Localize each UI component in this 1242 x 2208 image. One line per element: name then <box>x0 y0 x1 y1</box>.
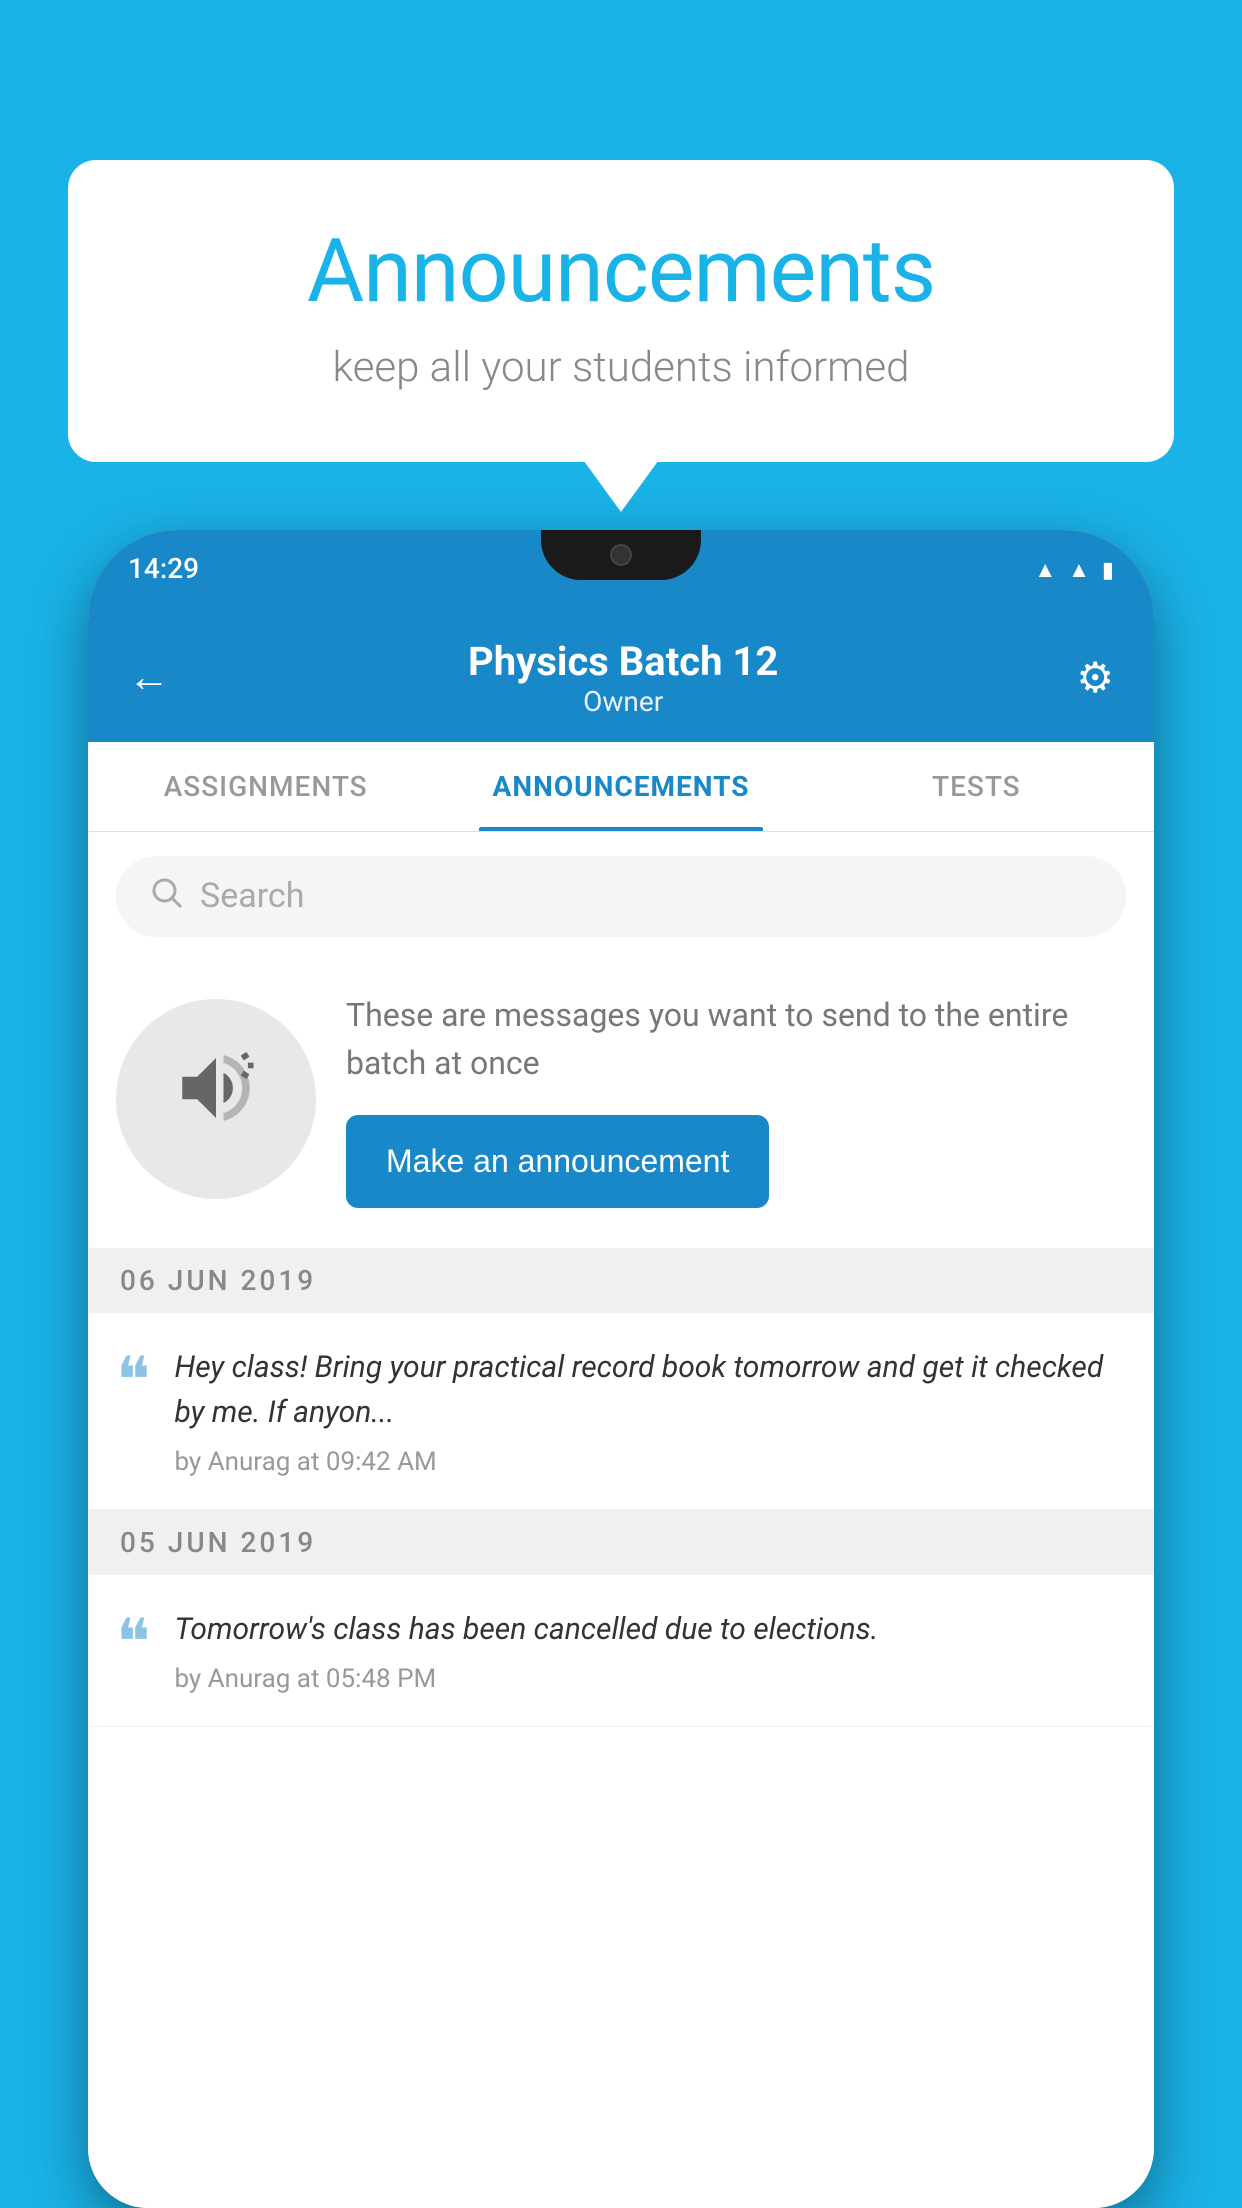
announcement-author-2: by Anurag at 05:48 PM <box>174 1664 1126 1694</box>
phone-notch <box>541 530 701 580</box>
batch-role: Owner <box>170 685 1076 718</box>
announcement-content-2: Tomorrow's class has been cancelled due … <box>174 1607 1126 1694</box>
status-icons <box>1034 555 1114 583</box>
phone-screen: 14:29 ← Physics Batch 12 Owner ⚙ ASSIGNM… <box>88 530 1154 2208</box>
tab-assignments[interactable]: ASSIGNMENTS <box>88 742 443 831</box>
speech-bubble-section: Announcements keep all your students inf… <box>68 160 1174 462</box>
announcement-message-2: Tomorrow's class has been cancelled due … <box>174 1607 1126 1652</box>
tab-bar: ASSIGNMENTS ANNOUNCEMENTS TESTS <box>88 742 1154 832</box>
announcement-item-2[interactable]: ❝ Tomorrow's class has been cancelled du… <box>88 1575 1154 1727</box>
search-bar[interactable]: Search <box>116 856 1126 937</box>
make-announcement-button[interactable]: Make an announcement <box>346 1115 769 1208</box>
promo-content: These are messages you want to send to t… <box>346 991 1126 1208</box>
announcement-content-1: Hey class! Bring your practical record b… <box>174 1345 1126 1477</box>
date-label-1: 06 JUN 2019 <box>120 1264 316 1297</box>
bubble-title: Announcements <box>148 220 1094 323</box>
phone-mockup: 14:29 ← Physics Batch 12 Owner ⚙ ASSIGNM… <box>88 530 1154 2208</box>
camera <box>610 544 632 566</box>
header-center: Physics Batch 12 Owner <box>170 638 1076 718</box>
back-button[interactable]: ← <box>128 653 170 702</box>
promo-icon-circle <box>116 999 316 1199</box>
app-header: ← Physics Batch 12 Owner ⚙ <box>88 608 1154 742</box>
signal-icon <box>1068 555 1090 583</box>
announcement-promo: These are messages you want to send to t… <box>88 961 1154 1248</box>
app-content: Search These are m <box>88 832 1154 2208</box>
announcement-item-1[interactable]: ❝ Hey class! Bring your practical record… <box>88 1313 1154 1510</box>
search-icon <box>148 874 184 919</box>
date-separator-1: 06 JUN 2019 <box>88 1248 1154 1313</box>
date-label-2: 05 JUN 2019 <box>120 1526 316 1559</box>
speech-bubble: Announcements keep all your students inf… <box>68 160 1174 462</box>
quote-icon-1: ❝ <box>116 1345 150 1406</box>
quote-icon-2: ❝ <box>116 1607 150 1668</box>
wifi-icon <box>1034 555 1056 583</box>
date-separator-2: 05 JUN 2019 <box>88 1510 1154 1575</box>
announcement-author-1: by Anurag at 09:42 AM <box>174 1447 1126 1477</box>
status-time: 14:29 <box>128 552 199 585</box>
promo-description: These are messages you want to send to t… <box>346 991 1126 1087</box>
megaphone-icon <box>171 1043 261 1155</box>
batch-title: Physics Batch 12 <box>170 638 1076 685</box>
search-placeholder: Search <box>200 876 304 916</box>
status-bar: 14:29 <box>88 530 1154 608</box>
bubble-subtitle: keep all your students informed <box>148 343 1094 392</box>
announcement-message-1: Hey class! Bring your practical record b… <box>174 1345 1126 1435</box>
tab-announcements[interactable]: ANNOUNCEMENTS <box>443 742 798 831</box>
battery-icon <box>1102 555 1114 583</box>
settings-icon[interactable]: ⚙ <box>1076 653 1114 703</box>
tab-tests[interactable]: TESTS <box>799 742 1154 831</box>
